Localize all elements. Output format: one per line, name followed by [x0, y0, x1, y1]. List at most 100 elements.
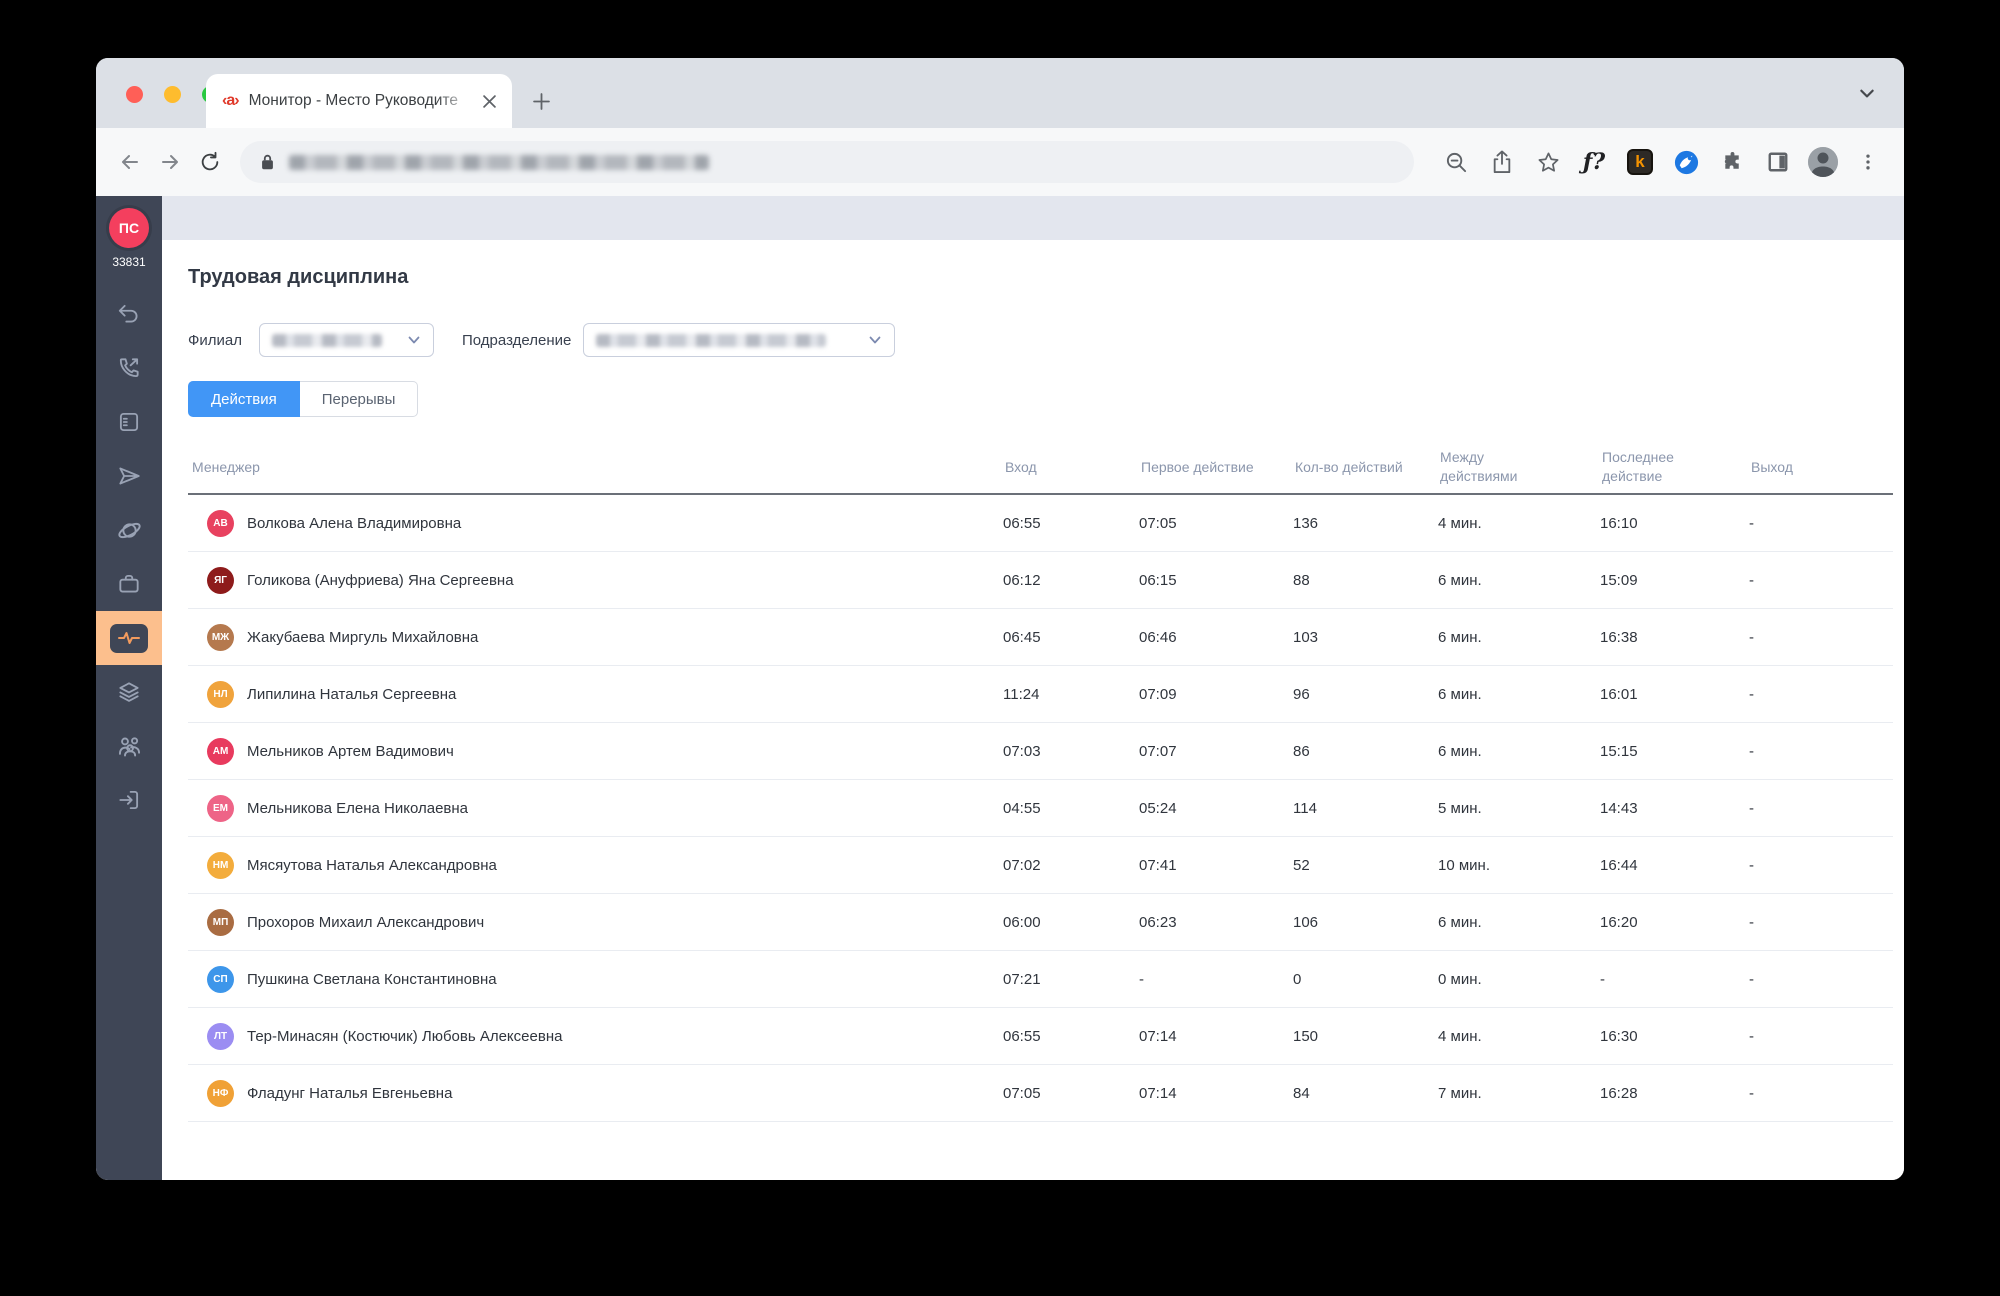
manager-avatar: АВ: [207, 509, 234, 537]
last-action-time: 16:28: [1600, 1084, 1638, 1102]
branch-select[interactable]: [259, 323, 435, 357]
manager-avatar: АМ: [207, 737, 234, 765]
browser-tab[interactable]: ‹a› Монитор - Место Руководите: [206, 74, 512, 128]
between-actions: 4 мин.: [1438, 1027, 1482, 1045]
toolbar-actions: ƒ? k: [1440, 146, 1884, 178]
last-action-time: 16:38: [1600, 628, 1638, 646]
actions-count: 150: [1293, 1027, 1319, 1045]
tab-title: Монитор - Место Руководите: [248, 92, 458, 109]
between-actions: 6 мин.: [1438, 913, 1482, 931]
tab-breaks[interactable]: Перерывы: [299, 381, 419, 417]
table-row: НМ Мясяутова Наталья Александровна 07:02 07…: [188, 837, 1893, 894]
first-action-time: 06:46: [1139, 628, 1177, 646]
discipline-table: Менеджер Вход Первое действие Кол-во действ…: [188, 441, 1893, 1122]
last-action-time: 16:30: [1600, 1027, 1638, 1045]
between-actions: 6 мин.: [1438, 571, 1482, 589]
briefcase-icon[interactable]: [96, 557, 162, 611]
table-row: СП Пушкина Светлана Константиновна 07:21 - 0…: [188, 951, 1893, 1008]
share-icon[interactable]: [1486, 146, 1518, 178]
manager-name: Жакубаева Миргуль Михайловна: [247, 628, 479, 646]
activity-chip: [110, 623, 148, 653]
first-action-time: 07:05: [1139, 514, 1177, 532]
manager-avatar: МП: [207, 908, 234, 936]
exit-time: -: [1749, 970, 1754, 988]
sidebar: ПС 33831: [96, 196, 162, 1180]
manager-name: Мельникова Елена Николаевна: [247, 799, 469, 817]
actions-count: 103: [1293, 628, 1319, 646]
manager-avatar: ЕМ: [207, 794, 234, 822]
department-select[interactable]: [583, 323, 896, 357]
last-action-time: 16:01: [1600, 685, 1638, 703]
last-action-time: 16:44: [1600, 856, 1638, 874]
minimize-window-button[interactable]: [164, 86, 181, 103]
manager-name: Мясяутова Наталья Александровна: [247, 856, 497, 874]
entry-time: 06:55: [1003, 514, 1041, 532]
notes-icon[interactable]: [96, 395, 162, 449]
layers-icon[interactable]: [96, 665, 162, 719]
star-icon[interactable]: [1532, 146, 1564, 178]
last-action-time: 16:10: [1600, 514, 1638, 532]
table-row: МП Прохоров Михаил Александрович 06:00 06:2…: [188, 894, 1893, 951]
between-actions: 7 мин.: [1438, 1084, 1482, 1102]
app-area: ПС 33831 Трудовая дисциплина Филиал Подр…: [96, 196, 1904, 1180]
browser-toolbar: ƒ? k: [96, 128, 1904, 196]
undo-icon[interactable]: [96, 287, 162, 341]
browser-window: ‹a› Монитор - Место Руководите ƒ? k ПС 3…: [96, 58, 1904, 1180]
fn-extension-icon[interactable]: ƒ?: [1578, 146, 1610, 178]
manager-name: Липилина Наталья Сергеевна: [247, 685, 457, 703]
between-actions: 5 мин.: [1438, 799, 1482, 817]
close-window-button[interactable]: [126, 86, 143, 103]
chevron-down-icon[interactable]: [1858, 84, 1876, 107]
table-row: АВ Волкова Алена Владимировна 06:55 07:05 13…: [188, 495, 1893, 552]
column-header: Менеджер: [192, 458, 260, 475]
exit-time: -: [1749, 685, 1754, 703]
manager-name: Голикова (Ануфриева) Яна Сергеевна: [247, 571, 514, 589]
send-icon[interactable]: [96, 449, 162, 503]
actions-count: 88: [1293, 571, 1310, 589]
close-tab-icon[interactable]: [478, 90, 500, 112]
team-icon[interactable]: [96, 719, 162, 773]
tab-actions[interactable]: Действия: [188, 381, 300, 417]
logout-icon[interactable]: [96, 773, 162, 827]
user-id: 33831: [112, 255, 146, 269]
tab-strip: ‹a› Монитор - Место Руководите: [96, 58, 1904, 128]
actions-count: 86: [1293, 742, 1310, 760]
column-header: Вход: [1005, 458, 1037, 475]
page-title: Трудовая дисциплина: [188, 266, 409, 288]
url-bar[interactable]: [240, 141, 1414, 183]
actions-count: 114: [1293, 799, 1317, 817]
panel-icon[interactable]: [1762, 146, 1794, 178]
table-body: АВ Волкова Алена Владимировна 06:55 07:05 13…: [188, 495, 1893, 1122]
reload-icon[interactable]: [190, 142, 230, 182]
exit-time: -: [1749, 799, 1754, 817]
activity-icon[interactable]: [96, 611, 162, 665]
menu-icon[interactable]: [1852, 146, 1884, 178]
sidebar-menu: [96, 287, 162, 843]
puzzle-icon[interactable]: [1716, 146, 1748, 178]
first-action-time: 06:15: [1139, 571, 1177, 589]
manager-avatar: ЛТ: [207, 1022, 234, 1050]
new-tab-button[interactable]: [526, 86, 556, 116]
globe-extension-icon[interactable]: [1670, 146, 1702, 178]
column-header: Последнее действие: [1602, 449, 1674, 484]
last-action-time: -: [1600, 970, 1605, 988]
manager-avatar: НФ: [207, 1079, 234, 1107]
actions-count: 0: [1293, 970, 1302, 988]
table-row: ЛТ Тер-Минасян (Костючик) Любовь Алексеев…: [188, 1008, 1893, 1065]
phone-outgoing-icon[interactable]: [96, 341, 162, 395]
back-icon[interactable]: [110, 142, 150, 182]
profile-avatar[interactable]: [1808, 147, 1838, 177]
manager-name: Фладунг Наталья Евгеньевна: [247, 1084, 453, 1102]
table-row: МЖ Жакубаева Миргуль Михайловна 06:45 06:46…: [188, 609, 1893, 666]
between-actions: 6 мин.: [1438, 742, 1482, 760]
user-avatar[interactable]: ПС: [109, 208, 149, 248]
entry-time: 06:45: [1003, 628, 1041, 646]
zoom-out-icon[interactable]: [1440, 146, 1472, 178]
exit-time: -: [1749, 1027, 1754, 1045]
first-action-time: 07:14: [1139, 1027, 1177, 1045]
orbit-icon[interactable]: [96, 503, 162, 557]
manager-avatar: СП: [207, 965, 234, 993]
forward-icon[interactable]: [150, 142, 190, 182]
k-extension-icon[interactable]: k: [1624, 146, 1656, 178]
entry-time: 06:55: [1003, 1027, 1041, 1045]
